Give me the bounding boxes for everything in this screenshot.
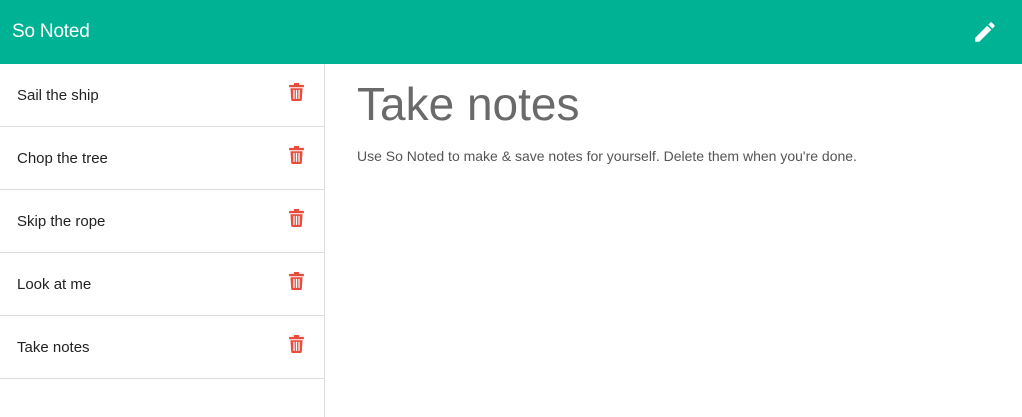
trash-icon bbox=[288, 83, 304, 101]
note-body: Use So Noted to make & save notes for yo… bbox=[357, 148, 857, 164]
trash-icon bbox=[288, 335, 304, 353]
note-title: Take notes bbox=[17, 338, 90, 356]
note-list-item[interactable]: Look at me bbox=[0, 253, 324, 316]
note-sidebar: Sail the ship Chop the tree Skip the rop… bbox=[0, 64, 325, 417]
delete-note-button[interactable] bbox=[288, 208, 304, 228]
note-list-item[interactable]: Take notes bbox=[0, 316, 324, 379]
note-heading: Take notes bbox=[357, 78, 580, 130]
delete-note-button[interactable] bbox=[288, 82, 304, 102]
note-view: Take notes Use So Noted to make & save n… bbox=[325, 64, 1022, 417]
note-title: Sail the ship bbox=[17, 86, 99, 104]
note-title: Chop the tree bbox=[17, 149, 108, 167]
trash-icon bbox=[288, 272, 304, 290]
trash-icon bbox=[288, 209, 304, 227]
note-list-item[interactable]: Skip the rope bbox=[0, 190, 324, 253]
note-list-item[interactable]: Sail the ship bbox=[0, 64, 324, 127]
app: So Noted Sail the ship Chop the tree Ski… bbox=[0, 0, 1022, 417]
pencil-icon bbox=[975, 22, 995, 42]
note-title: Skip the rope bbox=[17, 212, 106, 230]
delete-note-button[interactable] bbox=[288, 271, 304, 291]
note-list: Sail the ship Chop the tree Skip the rop… bbox=[0, 64, 324, 379]
delete-note-button[interactable] bbox=[288, 145, 304, 165]
note-list-item[interactable]: Chop the tree bbox=[0, 127, 324, 190]
note-title: Look at me bbox=[17, 275, 92, 293]
trash-icon bbox=[288, 146, 304, 164]
brand-title[interactable]: So Noted bbox=[12, 21, 90, 43]
new-note-button[interactable] bbox=[970, 17, 1000, 47]
navbar: So Noted bbox=[0, 0, 1022, 64]
delete-note-button[interactable] bbox=[288, 334, 304, 354]
